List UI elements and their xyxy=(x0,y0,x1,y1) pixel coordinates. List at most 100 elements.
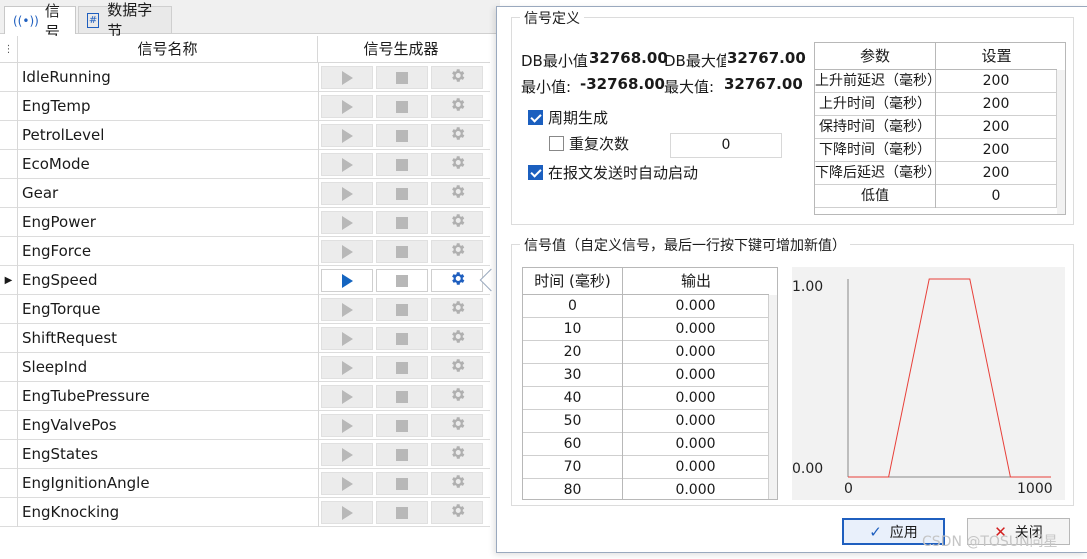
row-selector[interactable] xyxy=(0,498,18,527)
signal-row[interactable]: EngValvePos xyxy=(0,411,490,440)
stop-button[interactable] xyxy=(376,385,428,408)
value-time[interactable]: 10 xyxy=(523,318,623,341)
play-button[interactable] xyxy=(321,327,373,350)
param-row[interactable]: 下降时间（毫秒） 200 xyxy=(815,139,1057,162)
param-row[interactable]: 上升时间（毫秒） 200 xyxy=(815,93,1057,116)
row-selector[interactable] xyxy=(0,353,18,382)
settings-button[interactable] xyxy=(431,385,483,408)
signal-row[interactable]: PetrolLevel xyxy=(0,121,490,150)
signal-row[interactable]: EcoMode xyxy=(0,150,490,179)
play-button[interactable] xyxy=(321,124,373,147)
signal-row[interactable]: IdleRunning xyxy=(0,63,490,92)
stop-button[interactable] xyxy=(376,356,428,379)
value-output[interactable]: 0.000 xyxy=(623,295,769,318)
row-selector[interactable] xyxy=(0,295,18,324)
row-selector[interactable] xyxy=(0,469,18,498)
value-time[interactable]: 50 xyxy=(523,410,623,433)
signal-row[interactable]: EngForce xyxy=(0,237,490,266)
settings-button[interactable] xyxy=(431,443,483,466)
values-scrollbar[interactable] xyxy=(769,295,777,499)
play-button[interactable] xyxy=(321,356,373,379)
settings-button[interactable] xyxy=(431,414,483,437)
param-value[interactable]: 200 xyxy=(936,162,1057,185)
value-time[interactable]: 80 xyxy=(523,479,623,499)
play-button[interactable] xyxy=(321,501,373,524)
value-row[interactable]: 80 0.000 xyxy=(523,479,769,499)
value-row[interactable]: 50 0.000 xyxy=(523,410,769,433)
param-value[interactable]: 200 xyxy=(936,139,1057,162)
play-button[interactable] xyxy=(321,443,373,466)
value-row[interactable]: 10 0.000 xyxy=(523,318,769,341)
value-row[interactable]: 70 0.000 xyxy=(523,456,769,479)
row-selector[interactable] xyxy=(0,150,18,179)
row-selector[interactable] xyxy=(0,92,18,121)
param-row[interactable]: 保持时间（毫秒） 200 xyxy=(815,116,1057,139)
stop-button[interactable] xyxy=(376,269,428,292)
play-button[interactable] xyxy=(321,211,373,234)
settings-button[interactable] xyxy=(431,240,483,263)
settings-button[interactable] xyxy=(431,182,483,205)
value-output[interactable]: 0.000 xyxy=(623,318,769,341)
value-row[interactable]: 20 0.000 xyxy=(523,341,769,364)
stop-button[interactable] xyxy=(376,240,428,263)
value-time[interactable]: 60 xyxy=(523,433,623,456)
value-row[interactable]: 60 0.000 xyxy=(523,433,769,456)
repeat-checkbox[interactable] xyxy=(549,136,564,151)
value-output[interactable]: 0.000 xyxy=(623,456,769,479)
value-output[interactable]: 0.000 xyxy=(623,433,769,456)
settings-button[interactable] xyxy=(431,298,483,321)
row-selector[interactable] xyxy=(0,411,18,440)
row-selector[interactable]: ▶ xyxy=(0,266,18,295)
value-time[interactable]: 0 xyxy=(523,295,623,318)
param-row[interactable]: 低值 0 xyxy=(815,185,1057,208)
stop-button[interactable] xyxy=(376,153,428,176)
signal-row[interactable]: EngTubePressure xyxy=(0,382,490,411)
param-value[interactable]: 200 xyxy=(936,70,1057,93)
play-button[interactable] xyxy=(321,66,373,89)
settings-button[interactable] xyxy=(431,211,483,234)
stop-button[interactable] xyxy=(376,124,428,147)
stop-button[interactable] xyxy=(376,95,428,118)
settings-button[interactable] xyxy=(431,153,483,176)
settings-button[interactable] xyxy=(431,501,483,524)
signal-row[interactable]: EngStates xyxy=(0,440,490,469)
play-button[interactable] xyxy=(321,182,373,205)
signal-row[interactable]: EngKnocking xyxy=(0,498,490,527)
play-button[interactable] xyxy=(321,95,373,118)
repeat-count-input[interactable]: 0 xyxy=(670,133,782,158)
value-output[interactable]: 0.000 xyxy=(623,364,769,387)
row-selector[interactable] xyxy=(0,63,18,92)
row-selector[interactable] xyxy=(0,208,18,237)
param-row[interactable]: 下降后延迟（毫秒） 200 xyxy=(815,162,1057,185)
row-selector[interactable] xyxy=(0,179,18,208)
column-signal-generator[interactable]: 信号生成器 xyxy=(318,36,484,63)
row-selector[interactable] xyxy=(0,440,18,469)
settings-button[interactable] xyxy=(431,95,483,118)
value-time[interactable]: 70 xyxy=(523,456,623,479)
row-selector[interactable] xyxy=(0,237,18,266)
play-button[interactable] xyxy=(321,385,373,408)
stop-button[interactable] xyxy=(376,211,428,234)
tab-data-bytes[interactable]: # 数据字节 xyxy=(78,1,172,40)
settings-button[interactable] xyxy=(431,124,483,147)
param-value[interactable]: 200 xyxy=(936,116,1057,139)
play-button[interactable] xyxy=(321,240,373,263)
settings-button[interactable] xyxy=(431,356,483,379)
signal-row[interactable]: EngTemp xyxy=(0,92,490,121)
play-button[interactable] xyxy=(321,414,373,437)
stop-button[interactable] xyxy=(376,298,428,321)
row-selector[interactable] xyxy=(0,324,18,353)
value-time[interactable]: 40 xyxy=(523,387,623,410)
play-button[interactable] xyxy=(321,269,373,292)
value-time[interactable]: 20 xyxy=(523,341,623,364)
value-output[interactable]: 0.000 xyxy=(623,410,769,433)
settings-button[interactable] xyxy=(431,327,483,350)
value-output[interactable]: 0.000 xyxy=(623,387,769,410)
tab-signals[interactable]: ((•)) 信号 xyxy=(4,2,76,41)
param-row[interactable]: 上升前延迟（毫秒） 200 xyxy=(815,70,1057,93)
periodic-checkbox[interactable] xyxy=(528,110,543,125)
signal-row[interactable]: SleepInd xyxy=(0,353,490,382)
stop-button[interactable] xyxy=(376,443,428,466)
param-value[interactable]: 200 xyxy=(936,93,1057,116)
signal-row[interactable]: ShiftRequest xyxy=(0,324,490,353)
